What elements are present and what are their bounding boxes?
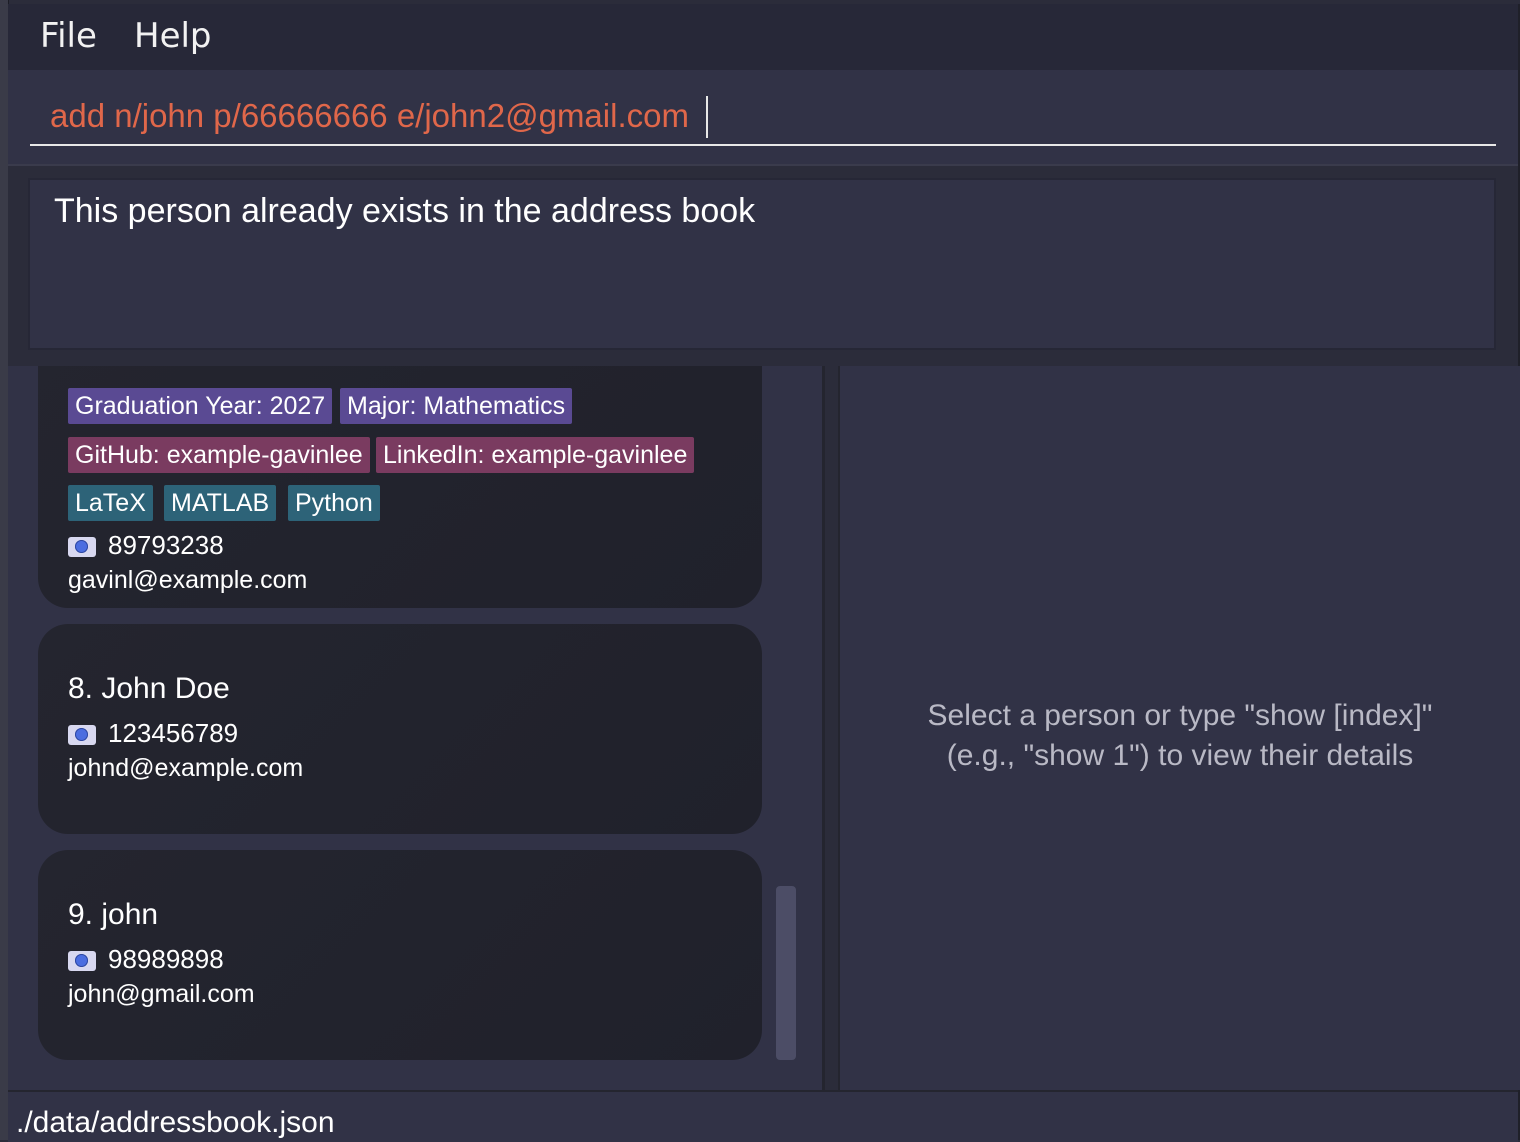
app-window: File Help This person already exists in … <box>8 4 1520 1142</box>
tag-github: GitHub: example-gavinlee <box>68 437 370 473</box>
email-address: johnd@example.com <box>68 754 304 782</box>
person-card[interactable]: 9. john 98989898 john@gmail.com <box>38 850 762 1060</box>
person-card[interactable]: 8. John Doe 123456789 johnd@example.com <box>38 624 762 834</box>
email-address: gavinl@example.com <box>68 566 308 594</box>
detail-hint-line: (e.g., "show 1") to view their details <box>946 739 1414 772</box>
tag-linkedin: LinkedIn: example-gavinlee <box>376 437 695 473</box>
result-display: This person already exists in the addres… <box>8 164 1518 366</box>
tag-major: Major: Mathematics <box>340 388 573 424</box>
tag-skill: LaTeX <box>68 485 153 521</box>
text-caret <box>706 96 708 138</box>
phone-icon <box>68 951 96 971</box>
phone-icon <box>68 725 96 745</box>
person-card[interactable]: Graduation Year: 2027 Major: Mathematics… <box>38 366 762 608</box>
email-address: john@gmail.com <box>68 980 255 1008</box>
tag-graduation-year: Graduation Year: 2027 <box>68 388 333 424</box>
person-name: 8. John Doe <box>68 672 230 705</box>
menu-file[interactable]: File <box>32 16 105 56</box>
phone-number: 98989898 <box>108 944 224 974</box>
phone-icon <box>68 537 96 557</box>
person-detail-panel: Select a person or type "show [index]" (… <box>838 366 1520 1090</box>
data-file-path: ./data/addressbook.json <box>16 1106 335 1139</box>
phone-number: 123456789 <box>108 718 239 748</box>
detail-hint: Select a person or type "show [index]" (… <box>840 696 1520 776</box>
result-box[interactable]: This person already exists in the addres… <box>28 178 1496 350</box>
result-message: This person already exists in the addres… <box>54 192 756 230</box>
list-scrollbar[interactable] <box>776 886 796 1060</box>
detail-hint-line: Select a person or type "show [index]" <box>927 699 1433 732</box>
status-bar: ./data/addressbook.json <box>8 1090 1518 1142</box>
phone-number: 89793238 <box>108 530 224 560</box>
tag-skill: Python <box>288 485 380 521</box>
menu-bar: File Help <box>8 4 1518 70</box>
person-name: 9. john <box>68 898 159 931</box>
person-list-panel[interactable]: Graduation Year: 2027 Major: Mathematics… <box>8 366 825 1090</box>
command-input[interactable] <box>30 88 1496 146</box>
tag-skill: MATLAB <box>164 485 277 521</box>
menu-help[interactable]: Help <box>126 16 220 56</box>
command-box <box>8 70 1518 164</box>
